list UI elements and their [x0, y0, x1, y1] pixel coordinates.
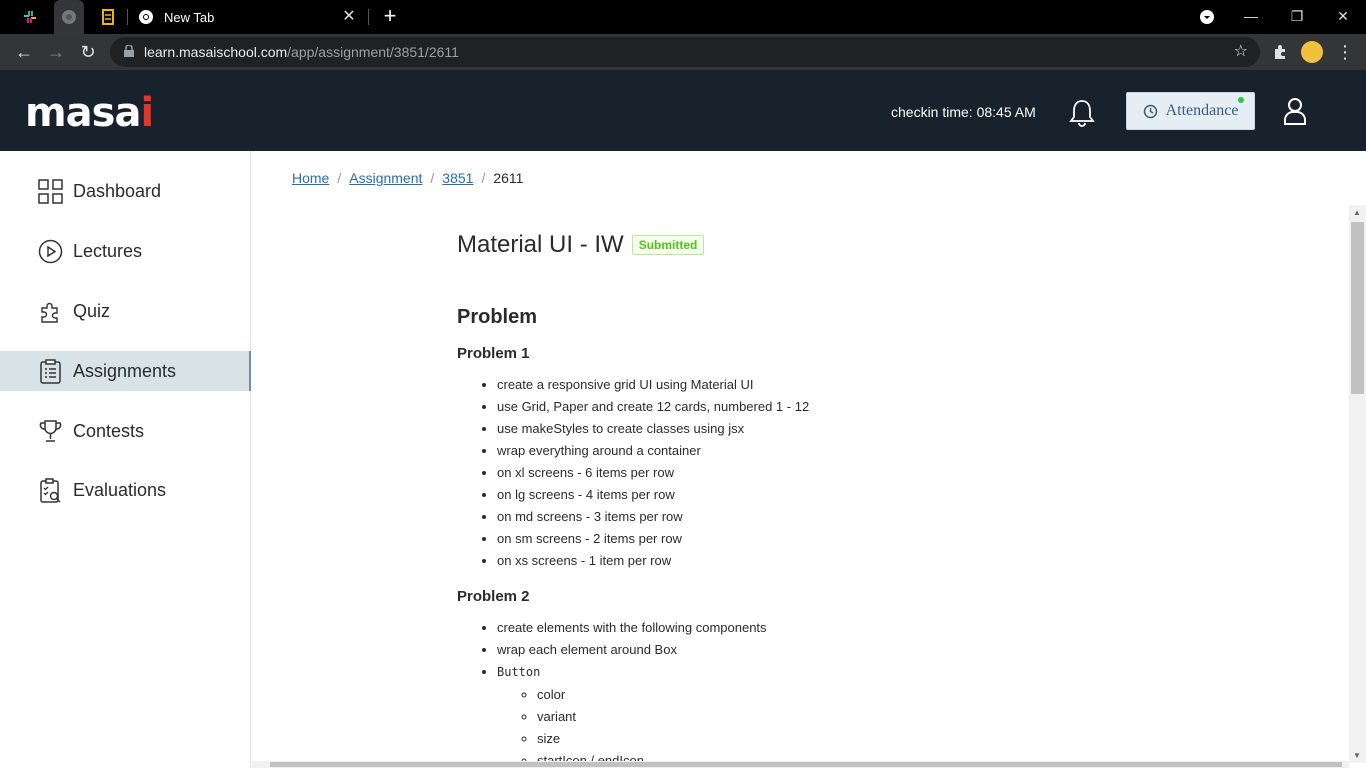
list-item: on xl screens - 6 items per row — [497, 462, 1317, 484]
scroll-down-icon[interactable]: ▼ — [1353, 751, 1361, 760]
sidebar-item-dashboard[interactable]: Dashboard — [0, 171, 251, 211]
list-item: wrap everything around a container — [497, 440, 1317, 462]
user-icon[interactable] — [1282, 96, 1308, 126]
url-input[interactable]: learn.masaischool.com/app/assignment/385… — [110, 37, 1260, 67]
sidebar-item-evaluations[interactable]: Evaluations — [0, 470, 251, 510]
reload-icon[interactable]: ↻ — [76, 40, 100, 64]
lock-icon — [124, 45, 134, 57]
clock-icon — [1143, 104, 1157, 118]
horizontal-scrollbar-thumb[interactable] — [270, 762, 1342, 767]
breadcrumb-current: 2611 — [493, 170, 524, 186]
attendance-label: Attendance — [1165, 102, 1239, 119]
online-status-dot — [1238, 97, 1244, 103]
sidebar-item-contests[interactable]: Contests — [0, 411, 251, 451]
list-item: use Grid, Paper and create 12 cards, num… — [497, 396, 1317, 418]
profile-avatar[interactable] — [1301, 41, 1323, 63]
puzzle-icon — [41, 302, 58, 323]
drive-tab-icon[interactable] — [96, 0, 120, 34]
grid-icon — [38, 178, 63, 204]
sidebar-item-assignments[interactable]: Assignments — [0, 351, 251, 391]
bell-icon[interactable] — [1068, 98, 1096, 128]
slack-tab-icon[interactable] — [18, 0, 42, 34]
breadcrumb-3851[interactable]: 3851 — [442, 170, 473, 186]
breadcrumb: Home / Assignment/3851/2611 — [292, 170, 524, 186]
restore-icon[interactable]: ❐ — [1274, 0, 1320, 34]
minimize-icon[interactable]: — — [1228, 0, 1274, 34]
app-header: masai checkin time: 08:45 AM Attendance — [0, 70, 1366, 151]
button-component-label: Button — [497, 665, 541, 679]
list-item: on md screens - 3 items per row — [497, 506, 1317, 528]
url-path: /app/assignment/3851/2611 — [287, 44, 459, 60]
clipboard-icon — [40, 358, 61, 384]
forward-icon[interactable]: → — [44, 40, 68, 64]
list-item: create elements with the following compo… — [497, 617, 1317, 639]
problem-2-heading: Problem 2 — [457, 588, 530, 605]
problem-1-heading: Problem 1 — [457, 345, 530, 362]
list-item: on xs screens - 1 item per row — [497, 550, 1317, 572]
extensions-icon[interactable] — [1268, 40, 1292, 64]
sidebar-item-lectures[interactable]: Lectures — [0, 231, 251, 271]
section-heading: Problem — [457, 306, 538, 328]
list-item: on sm screens - 2 items per row — [497, 528, 1317, 550]
list-item: wrap each element around Box — [497, 639, 1317, 661]
status-badge: Submitted — [631, 235, 705, 255]
back-icon[interactable]: ← — [12, 40, 36, 64]
sidebar: Dashboard Lectures Quiz Assignments Cont… — [0, 151, 251, 768]
checkin-time: checkin time: 08:45 AM — [891, 104, 1036, 120]
page-title: Material UI - IW — [457, 231, 624, 258]
new-tab-icon[interactable]: + — [378, 5, 402, 29]
breadcrumb-home[interactable]: Home — [292, 170, 329, 186]
list-item: variant — [537, 706, 1317, 728]
bookmark-star-icon[interactable]: ☆ — [1234, 41, 1248, 61]
masai-logo[interactable]: masai — [25, 90, 154, 136]
problem-2-list: create elements with the following compo… — [497, 617, 1317, 772]
vertical-scrollbar[interactable]: ▲ ▼ — [1349, 205, 1366, 763]
list-item: size — [537, 728, 1317, 750]
list-item: use makeStyles to create classes using j… — [497, 418, 1317, 440]
tab-search-icon[interactable] — [1184, 0, 1230, 34]
chrome-icon — [139, 10, 153, 24]
breadcrumb-assignment[interactable]: Assignment — [349, 170, 422, 186]
close-tab-icon[interactable]: ✕ — [340, 8, 358, 26]
list-item: color — [537, 684, 1317, 706]
assignment-content: Material UI - IW Submitted Problem Probl… — [457, 230, 1317, 772]
browser-tab-bar: New Tab ✕ + — ❐ ✕ — [0, 0, 1366, 34]
trophy-icon — [39, 419, 62, 442]
horizontal-scrollbar[interactable] — [252, 761, 1349, 768]
tab-new-tab[interactable]: New Tab ✕ — [128, 0, 368, 34]
play-circle-icon — [38, 239, 63, 263]
url-host: learn.masaischool.com — [144, 44, 288, 60]
problem-1-list: create a responsive grid UI using Materi… — [497, 374, 1317, 572]
scroll-up-icon[interactable]: ▲ — [1353, 208, 1361, 217]
button-props-list: color variant size startIcon / endIcon — [537, 684, 1317, 772]
list-item: Button color variant size startIcon / en… — [497, 661, 1317, 772]
checklist-icon — [40, 477, 61, 503]
close-window-icon[interactable]: ✕ — [1320, 0, 1366, 34]
browser-menu-icon[interactable]: ⋮ — [1333, 40, 1357, 64]
sidebar-item-quiz[interactable]: Quiz — [0, 291, 251, 331]
scrollbar-thumb[interactable] — [1351, 222, 1364, 394]
list-item: on lg screens - 4 items per row — [497, 484, 1317, 506]
list-item: create a responsive grid UI using Materi… — [497, 374, 1317, 396]
attendance-button[interactable]: Attendance — [1126, 92, 1255, 130]
masai-tab-icon[interactable] — [54, 0, 84, 34]
browser-address-bar: ← → ↻ learn.masaischool.com/app/assignme… — [0, 34, 1366, 70]
tab-title: New Tab — [164, 9, 215, 25]
